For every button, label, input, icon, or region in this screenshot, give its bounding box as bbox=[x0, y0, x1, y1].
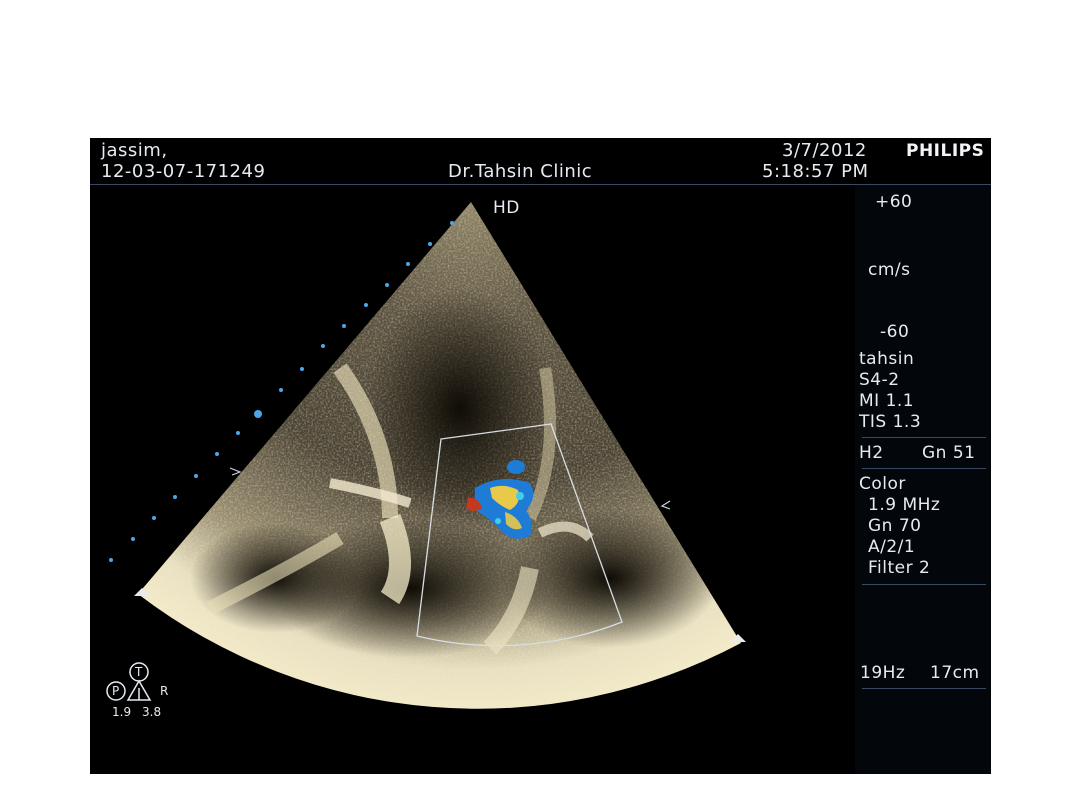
clinic-name: Dr.Tahsin Clinic bbox=[448, 161, 593, 182]
brand-logo: PHILIPS bbox=[906, 141, 985, 161]
divider bbox=[862, 688, 986, 689]
ultrasound-screen: jassim, 12-03-07-171249 Dr.Tahsin Clinic… bbox=[90, 138, 991, 774]
tis-value: TIS 1.3 bbox=[859, 412, 922, 432]
exam-time: 5:18:57 PM bbox=[762, 161, 869, 182]
patient-name: jassim, bbox=[101, 140, 168, 161]
focus-marker-right bbox=[660, 500, 671, 510]
orientation-right-value: 3.8 bbox=[142, 705, 162, 719]
color-frequency: 1.9 MHz bbox=[868, 495, 941, 515]
gain-value: Gn 51 bbox=[922, 443, 976, 463]
preset-name: tahsin bbox=[859, 349, 915, 369]
depth-value: 17cm bbox=[930, 663, 980, 683]
divider bbox=[862, 437, 986, 438]
divider bbox=[862, 584, 986, 585]
orientation-left-value: 1.9 bbox=[112, 705, 132, 719]
velocity-min-label: -60 bbox=[880, 322, 910, 342]
exam-date: 3/7/2012 bbox=[782, 140, 867, 161]
color-params: A/2/1 bbox=[868, 537, 916, 557]
probe-name: S4-2 bbox=[859, 370, 900, 390]
velocity-unit-label: cm/s bbox=[868, 260, 911, 280]
patient-id: 12-03-07-171249 bbox=[101, 161, 266, 182]
focus-marker-left bbox=[229, 467, 242, 476]
velocity-max-label: +60 bbox=[875, 192, 913, 212]
orientation-p-label: P bbox=[112, 684, 120, 698]
orientation-t-label: T bbox=[135, 665, 143, 679]
orientation-r-label: R bbox=[160, 684, 169, 698]
color-title: Color bbox=[859, 474, 906, 494]
color-filter: Filter 2 bbox=[868, 558, 931, 578]
divider bbox=[862, 468, 986, 469]
frame-rate: 19Hz bbox=[860, 663, 906, 683]
color-gain: Gn 70 bbox=[868, 516, 922, 536]
mi-value: MI 1.1 bbox=[859, 391, 915, 411]
harmonic-label: H2 bbox=[859, 443, 884, 463]
mode-label: HD bbox=[493, 198, 520, 218]
